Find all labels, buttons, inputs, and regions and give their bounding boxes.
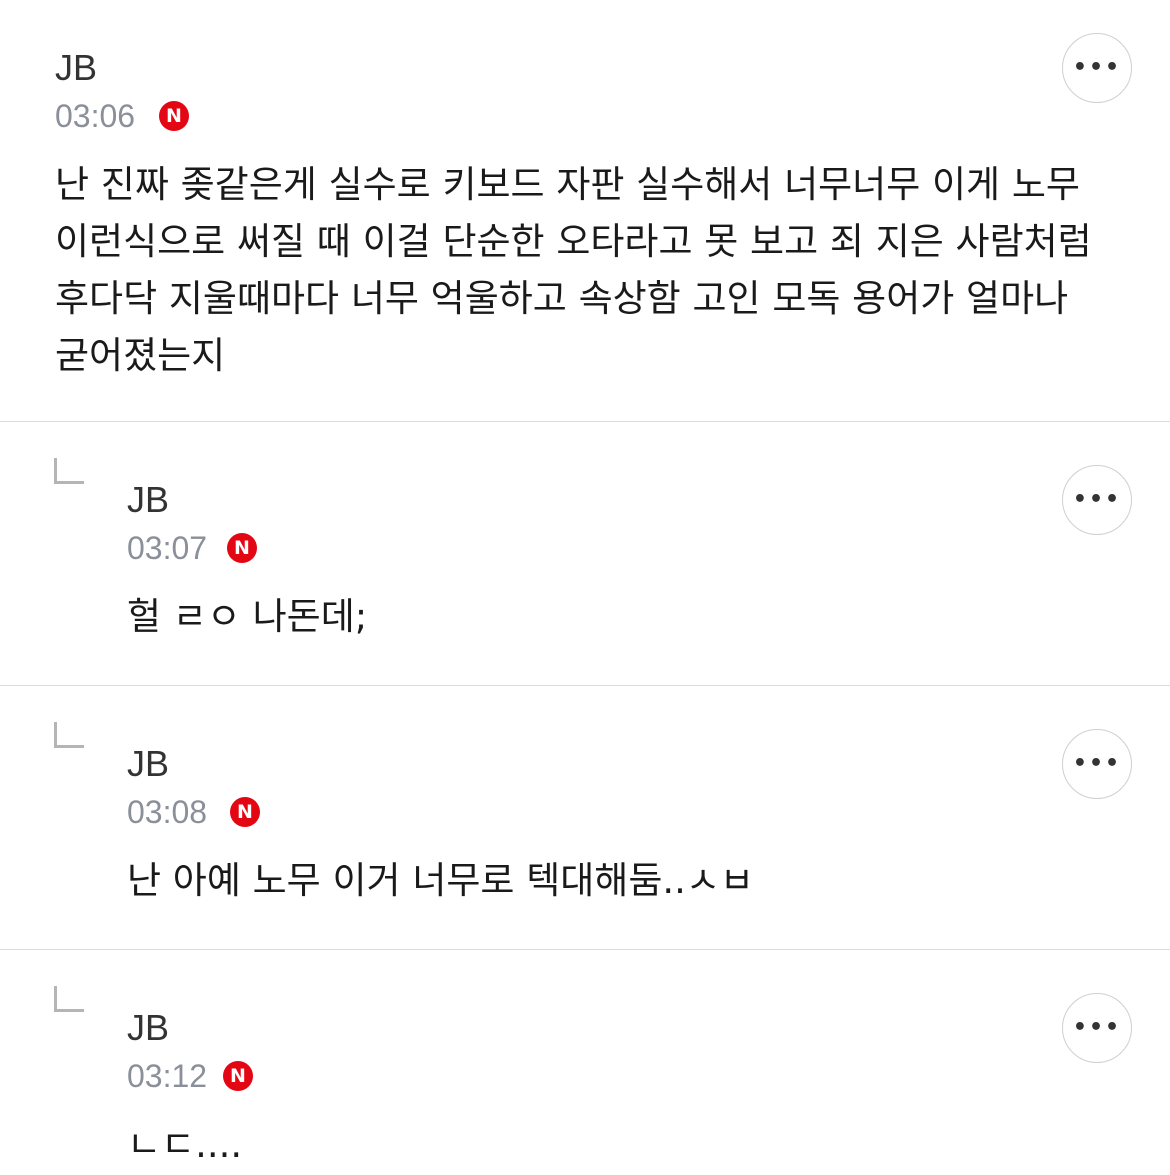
more-options-button[interactable]: ••• — [1062, 33, 1132, 103]
comment-text: 헐 ㄹㅇ 나돈데; — [127, 595, 368, 638]
new-badge-icon: N — [223, 1061, 253, 1091]
comment-timestamp: 03:06 — [55, 98, 136, 134]
more-options-button[interactable]: ••• — [1062, 465, 1132, 535]
reply-arrow-icon — [54, 986, 84, 1012]
comment-author[interactable]: JB — [127, 480, 169, 520]
more-horizontal-icon: ••• — [1072, 55, 1122, 80]
reply-item: JB 03:07 N ••• 헐 ㄹㅇ 나돈데; — [0, 422, 1170, 686]
comment-timestamp: 03:12 — [127, 1058, 208, 1094]
reply-item: JB 03:12 N ••• ㄴㄷ.... — [0, 950, 1170, 1175]
comment-text: 난 진짜 좆같은게 실수로 키보드 자판 실수해서 너무너무 이게 노무 이런식… — [55, 163, 1092, 377]
more-horizontal-icon: ••• — [1072, 487, 1122, 512]
reply-item: JB 03:08 N ••• 난 아예 노무 이거 너무로 텍대해둠..ㅅㅂ — [0, 686, 1170, 950]
more-horizontal-icon: ••• — [1072, 751, 1122, 776]
new-badge-icon: N — [230, 797, 260, 827]
comment-timestamp: 03:07 — [127, 530, 208, 566]
comment-author[interactable]: JB — [55, 48, 97, 88]
comment-item: JB 03:06 N ••• 난 진짜 좆같은게 실수로 키보드 자판 실수해서… — [0, 0, 1170, 422]
comment-text: 난 아예 노무 이거 너무로 텍대해둠..ㅅㅂ — [127, 859, 754, 902]
comment-text: ㄴㄷ.... — [127, 1123, 243, 1166]
comment-author[interactable]: JB — [127, 744, 169, 784]
comment-timestamp: 03:08 — [127, 794, 208, 830]
more-options-button[interactable]: ••• — [1062, 729, 1132, 799]
reply-arrow-icon — [54, 458, 84, 484]
new-badge-icon: N — [227, 533, 257, 563]
more-horizontal-icon: ••• — [1072, 1015, 1122, 1040]
reply-arrow-icon — [54, 722, 84, 748]
new-badge-icon: N — [159, 101, 189, 131]
comment-author[interactable]: JB — [127, 1008, 169, 1048]
more-options-button[interactable]: ••• — [1062, 993, 1132, 1063]
